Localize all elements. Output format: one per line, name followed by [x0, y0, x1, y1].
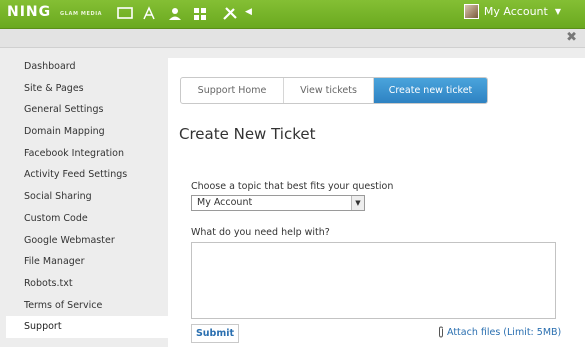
avatar [463, 4, 479, 19]
sidebar: Dashboard Site & Pages General Settings … [6, 56, 168, 338]
sidebar-item-site-pages[interactable]: Site & Pages [6, 78, 168, 100]
logo-subtitle: GLAM MEDIA [60, 11, 103, 17]
sidebar-item-google-webmaster[interactable]: Google Webmaster [6, 230, 168, 252]
chevron-down-icon: ▼ [554, 7, 561, 16]
collapse-arrow-icon[interactable]: ◀ [245, 7, 252, 17]
sidebar-item-terms-of-service[interactable]: Terms of Service [6, 295, 168, 317]
attach-files-link[interactable]: Attach files (Limit: 5MB) [437, 326, 561, 338]
account-menu[interactable]: My Account ▼ [463, 4, 561, 19]
sidebar-item-robots-txt[interactable]: Robots.txt [6, 273, 168, 295]
person-icon[interactable] [167, 6, 183, 21]
topic-select-value: My Account [197, 197, 253, 208]
sidebar-item-custom-code[interactable]: Custom Code [6, 208, 168, 230]
help-label: What do you need help with? [191, 227, 330, 238]
sidebar-item-activity-feed-settings[interactable]: Activity Feed Settings [6, 164, 168, 186]
main-content: Support Home View tickets Create new tic… [168, 58, 585, 347]
help-textarea[interactable] [191, 242, 556, 319]
topic-label: Choose a topic that best fits your quest… [191, 181, 394, 192]
submit-button[interactable]: Submit [191, 324, 239, 343]
tab-create-new-ticket[interactable]: Create new ticket [374, 78, 487, 103]
sidebar-item-file-manager[interactable]: File Manager [6, 251, 168, 273]
monitor-icon[interactable] [117, 6, 133, 21]
support-tabs: Support Home View tickets Create new tic… [180, 77, 488, 104]
sidebar-item-domain-mapping[interactable]: Domain Mapping [6, 121, 168, 143]
sidebar-item-social-sharing[interactable]: Social Sharing [6, 186, 168, 208]
header-band [0, 29, 585, 48]
sidebar-item-general-settings[interactable]: General Settings [6, 99, 168, 121]
top-bar: NING GLAM MEDIA ◀ My Account ▼ [0, 0, 585, 29]
close-icon[interactable]: ✖ [566, 30, 577, 45]
tab-view-tickets[interactable]: View tickets [284, 78, 374, 103]
tab-support-home[interactable]: Support Home [181, 78, 284, 103]
tools-icon[interactable] [222, 6, 238, 21]
attach-files-label: Attach files (Limit: 5MB) [447, 326, 562, 338]
ning-logo[interactable]: NING [7, 4, 51, 20]
sidebar-item-support[interactable]: Support [6, 316, 168, 338]
chevron-down-icon[interactable]: ▼ [351, 196, 364, 210]
sidebar-item-facebook-integration[interactable]: Facebook Integration [6, 143, 168, 165]
account-label: My Account [483, 5, 548, 18]
paperclip-icon [439, 326, 443, 338]
page-title: Create New Ticket [179, 125, 316, 143]
grid-icon[interactable] [192, 6, 208, 21]
palette-icon[interactable] [141, 6, 157, 21]
sidebar-item-dashboard[interactable]: Dashboard [6, 56, 168, 78]
topic-select[interactable]: My Account ▼ [191, 195, 365, 211]
